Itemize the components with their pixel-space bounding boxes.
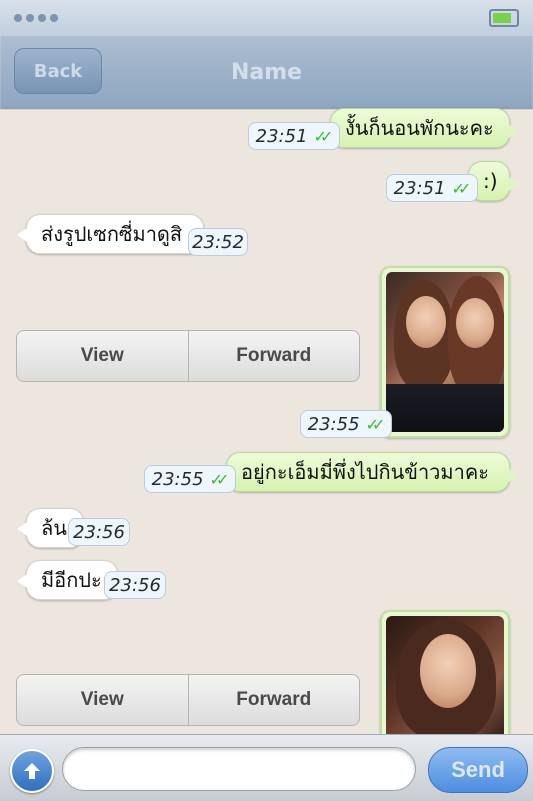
navigation-bar: Back Name: [0, 36, 533, 108]
forward-button[interactable]: Forward: [187, 675, 360, 725]
time-text: 23:51: [393, 177, 446, 199]
message-timestamp: 23:56: [68, 518, 130, 546]
message-bubble-outgoing[interactable]: งั้นก็นอนพักนะคะ: [330, 108, 519, 148]
time-text: 23:55: [307, 413, 360, 435]
time-text: 23:56: [109, 574, 161, 596]
read-ticks-icon: ✓✓: [451, 178, 472, 198]
message-text: :): [483, 169, 498, 193]
message-input-bar: Send: [0, 734, 533, 801]
chat-area[interactable]: งั้นก็นอนพักนะคะ 23:51 ✓✓ :) 23:51 ✓✓ ส่งร…: [0, 108, 533, 750]
message-timestamp: 23:51 ✓✓: [386, 174, 478, 202]
message-text: งั้นก็นอนพักนะคะ: [345, 116, 494, 140]
upload-arrow-icon: [24, 763, 40, 779]
time-text: 23:51: [255, 125, 308, 147]
message-timestamp: 23:56: [104, 571, 166, 599]
time-text: 23:56: [73, 521, 125, 543]
time-text: 23:55: [151, 468, 204, 490]
time-text: 23:52: [192, 231, 244, 253]
view-button[interactable]: View: [17, 331, 188, 381]
battery-icon: [489, 9, 519, 27]
photo-thumbnail: [386, 616, 504, 744]
media-action-buttons: View Forward: [16, 674, 360, 726]
message-text: มีอีกปะ: [41, 568, 102, 592]
chat-title: Name: [230, 59, 303, 85]
back-button[interactable]: Back: [14, 48, 102, 94]
signal-icon: [14, 14, 58, 22]
photo-message[interactable]: [380, 266, 510, 438]
view-button[interactable]: View: [17, 675, 188, 725]
status-bar: [0, 0, 533, 36]
read-ticks-icon: ✓✓: [313, 126, 334, 146]
message-bubble-incoming[interactable]: ส่งรูปเซกซี่มาดูสิ: [17, 214, 204, 254]
forward-button[interactable]: Forward: [187, 331, 360, 381]
message-timestamp: 23:52: [188, 228, 248, 256]
message-timestamp: 23:51 ✓✓: [248, 122, 340, 150]
message-timestamp: 23:55 ✓✓: [144, 465, 236, 493]
message-bubble-outgoing[interactable]: อยู่กะเอ็มมี่พึ่งไปกินข้าวมาคะ: [226, 452, 519, 492]
read-ticks-icon: ✓✓: [365, 414, 386, 434]
attach-button[interactable]: [10, 749, 54, 793]
send-button[interactable]: Send: [428, 747, 528, 793]
message-text: ส่งรูปเซกซี่มาดูสิ: [41, 222, 183, 246]
message-input[interactable]: [62, 747, 416, 791]
message-text: ล้น: [41, 516, 67, 540]
photo-thumbnail: [386, 272, 504, 432]
message-timestamp: 23:55 ✓✓: [300, 410, 392, 438]
photo-message[interactable]: [380, 610, 510, 750]
read-ticks-icon: ✓✓: [209, 469, 230, 489]
media-action-buttons: View Forward: [16, 330, 360, 382]
message-text: อยู่กะเอ็มมี่พึ่งไปกินข้าวมาคะ: [241, 460, 489, 484]
